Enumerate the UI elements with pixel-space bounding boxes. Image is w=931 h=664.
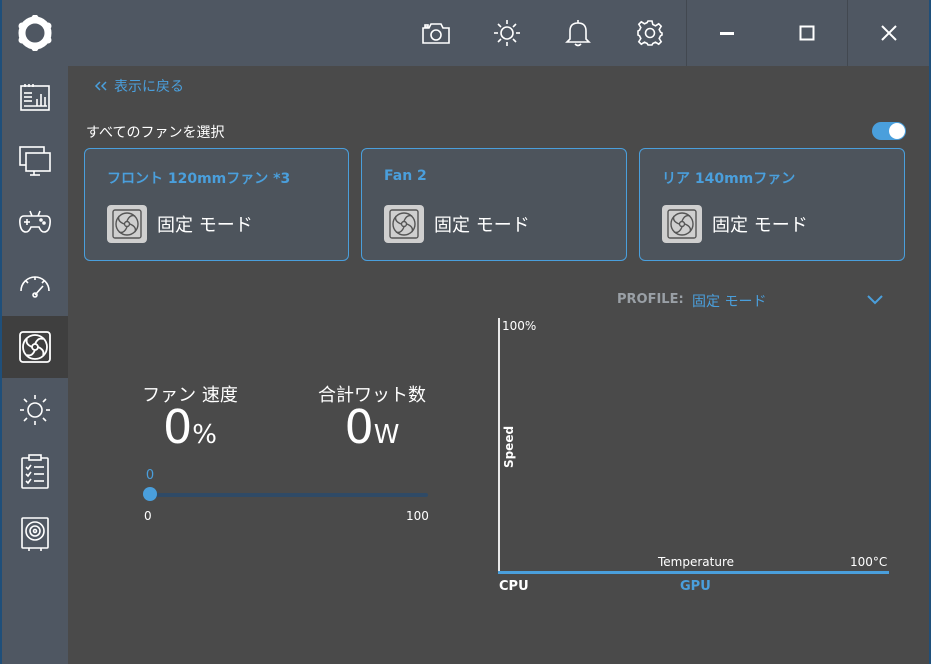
chart-x-axis <box>498 571 889 574</box>
sidebar-item-storage[interactable] <box>2 503 68 565</box>
title-bar <box>68 0 929 66</box>
app-window: 表示に戻る すべてのファンを選択 フロント 120mmファン *3 固定 モード… <box>2 0 929 664</box>
speed-slider-handle[interactable] <box>143 487 157 501</box>
lighting-icon <box>20 395 50 425</box>
brightness-button[interactable] <box>483 0 531 66</box>
monitor-icon <box>19 146 51 176</box>
app-logo[interactable] <box>2 0 68 66</box>
select-all-label: すべてのファンを選択 <box>86 125 225 141</box>
fan-name: リア 140mmファン <box>662 171 796 187</box>
profile-label: PROFILE: <box>617 292 684 307</box>
speedometer-icon <box>20 276 50 298</box>
settings-button[interactable] <box>626 0 674 66</box>
chart-y-axis-label: Speed <box>502 425 517 469</box>
total-watts-number: 0 <box>344 400 374 454</box>
speed-slider-track[interactable] <box>150 493 428 497</box>
sidebar-item-gaming[interactable] <box>2 191 68 253</box>
screenshot-button[interactable] <box>412 0 460 66</box>
chart-y-axis <box>498 318 500 574</box>
slider-max-label: 100 <box>406 509 429 523</box>
fan-mode: 固定 モード <box>712 215 808 236</box>
notifications-button[interactable] <box>554 0 602 66</box>
fan-mode: 固定 モード <box>434 215 530 236</box>
gear-icon <box>637 20 663 46</box>
fan-speed-unit: % <box>192 420 217 450</box>
fan-name: フロント 120mmファン *3 <box>107 171 291 187</box>
bell-icon <box>565 20 591 47</box>
checklist-icon <box>21 454 49 489</box>
total-watts-value: 0W <box>292 400 452 454</box>
double-chevron-left-icon <box>94 81 107 91</box>
back-link[interactable]: 表示に戻る <box>94 76 184 96</box>
fan-icon <box>19 331 51 363</box>
slider-min-label: 0 <box>144 509 152 523</box>
sidebar-item-dashboard[interactable] <box>2 67 68 129</box>
toggle-knob <box>889 123 905 139</box>
total-watts-unit: W <box>373 420 400 450</box>
fan-name: Fan 2 <box>384 168 427 184</box>
brightness-icon <box>494 20 520 46</box>
storage-icon <box>21 517 49 551</box>
close-button[interactable] <box>848 0 929 66</box>
slider-value: 0 <box>145 468 155 483</box>
source-tab-gpu[interactable]: GPU <box>680 579 711 594</box>
sidebar-item-fan[interactable] <box>2 316 68 378</box>
profile-dropdown-toggle[interactable] <box>866 290 884 309</box>
sidebar-item-performance[interactable] <box>2 253 68 315</box>
camera-icon <box>422 23 450 44</box>
dashboard-icon <box>20 84 50 111</box>
maximize-button[interactable] <box>767 0 847 66</box>
chart-x-axis-label: Temperature <box>658 555 735 569</box>
close-icon <box>880 25 897 41</box>
fan-icon <box>384 205 424 243</box>
logo-icon <box>18 15 52 51</box>
sidebar-item-checklist[interactable] <box>2 441 68 503</box>
fan-card[interactable]: Fan 2 固定 モード <box>361 148 627 261</box>
fan-icon <box>107 205 147 243</box>
chart-y-max-label: 100% <box>502 319 537 333</box>
chevron-down-icon <box>867 295 883 305</box>
profile-dropdown[interactable]: 固定 モード <box>692 291 766 311</box>
fan-mode: 固定 モード <box>157 215 253 236</box>
sidebar-item-monitor[interactable] <box>2 129 68 191</box>
gamepad-icon <box>19 210 51 233</box>
chart-x-max-label: 100°C <box>850 555 888 569</box>
select-all-toggle[interactable] <box>872 122 906 140</box>
fan-speed-value: 0% <box>110 400 270 454</box>
fan-card[interactable]: フロント 120mmファン *3 固定 モード <box>84 148 349 261</box>
fan-icon <box>662 205 702 243</box>
sidebar-item-lighting[interactable] <box>2 379 68 441</box>
minimize-icon <box>720 32 734 35</box>
sidebar <box>2 0 68 664</box>
source-tab-cpu[interactable]: CPU <box>499 579 529 594</box>
fan-speed-number: 0 <box>163 400 193 454</box>
minimize-button[interactable] <box>687 0 767 66</box>
back-label: 表示に戻る <box>114 79 184 95</box>
fan-card[interactable]: リア 140mmファン 固定 モード <box>639 148 905 261</box>
maximize-icon <box>799 25 815 41</box>
